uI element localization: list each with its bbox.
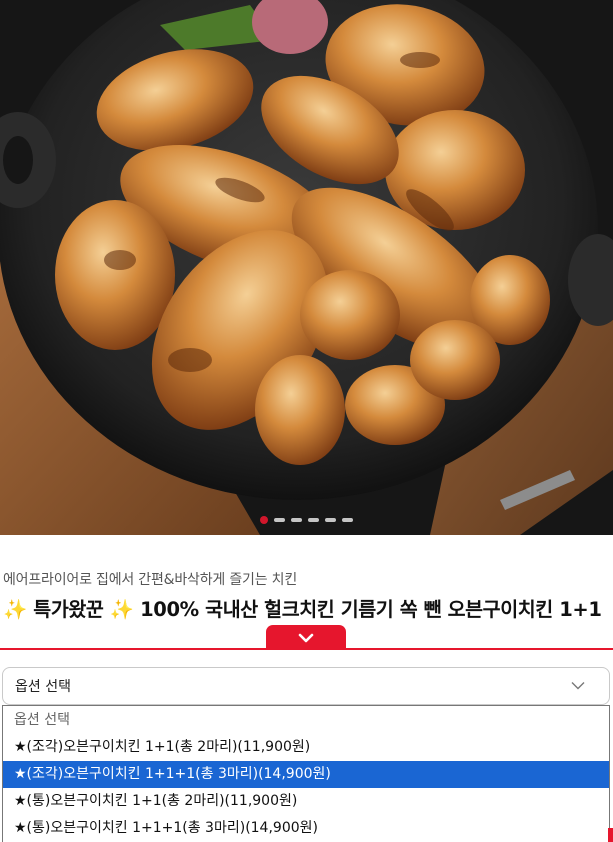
option-select[interactable]: 옵션 선택 bbox=[2, 667, 610, 705]
sparkles-icon: ✨ bbox=[109, 598, 134, 621]
product-subtitle: 에어프라이어로 집에서 간편&바삭하게 즐기는 치킨 bbox=[3, 572, 297, 588]
roasted-chicken-photo bbox=[0, 0, 613, 535]
chevron-down-icon bbox=[298, 633, 314, 642]
carousel-dot-active[interactable] bbox=[260, 516, 268, 524]
title-badge-text: 특가왔꾼 bbox=[33, 598, 104, 621]
option-item[interactable]: ★(통)오븐구이치킨 1+1(총 2마리)(11,900원) bbox=[3, 788, 609, 815]
option-dropdown-list[interactable]: 옵션 선택 ★(조각)오븐구이치킨 1+1(총 2마리)(11,900원) ★(… bbox=[2, 705, 610, 842]
product-title: ✨ 특가왔꾼 ✨ 100% 국내산 헐크치킨 기름기 쏙 뺀 오븐구이치킨 1+… bbox=[3, 596, 609, 623]
carousel-dot[interactable] bbox=[291, 518, 302, 522]
option-item[interactable]: ★(통)오븐구이치킨 1+1+1(총 3마리)(14,900원) bbox=[3, 815, 609, 842]
product-hero-image[interactable] bbox=[0, 0, 613, 535]
chevron-down-icon bbox=[571, 682, 585, 690]
carousel-indicator[interactable] bbox=[0, 516, 613, 524]
option-select-value: 옵션 선택 bbox=[15, 679, 71, 695]
sparkles-icon: ✨ bbox=[3, 598, 27, 621]
option-item[interactable]: ★(조각)오븐구이치킨 1+1(총 2마리)(11,900원) bbox=[3, 734, 609, 761]
title-main-text: 100% 국내산 헐크치킨 기름기 쏙 뺀 오븐구이치킨 1+1 bbox=[140, 598, 602, 621]
carousel-dot[interactable] bbox=[342, 518, 353, 522]
carousel-dot[interactable] bbox=[274, 518, 285, 522]
option-item-highlighted[interactable]: ★(조각)오븐구이치킨 1+1+1(총 3마리)(14,900원) bbox=[3, 761, 609, 788]
expand-toggle-button[interactable] bbox=[266, 625, 346, 650]
edge-accent bbox=[608, 828, 613, 842]
carousel-dot[interactable] bbox=[325, 518, 336, 522]
option-placeholder[interactable]: 옵션 선택 bbox=[3, 706, 609, 734]
carousel-dot[interactable] bbox=[308, 518, 319, 522]
